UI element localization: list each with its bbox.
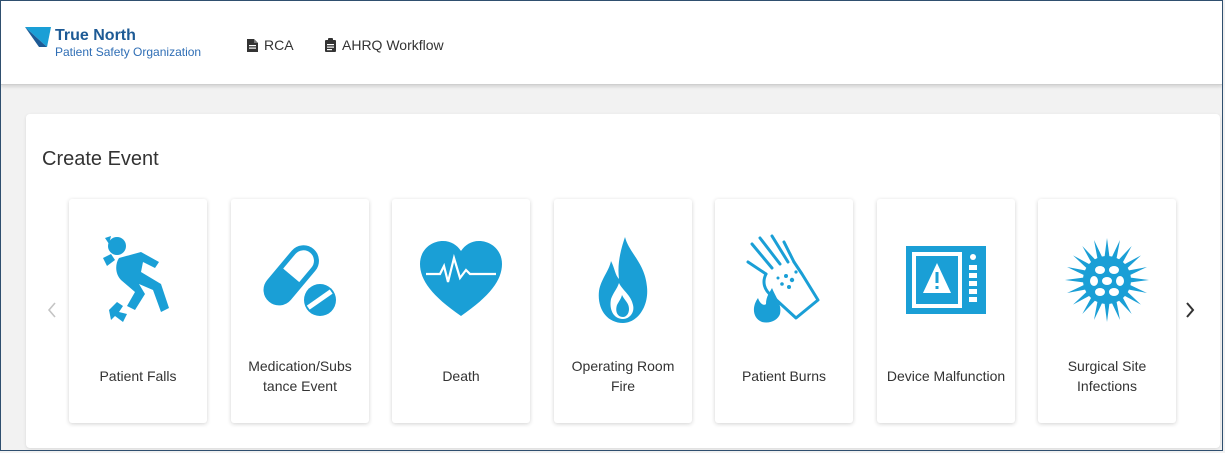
- clipboard-icon: [325, 38, 336, 52]
- event-card-medication-substance-event[interactable]: Medication/Subs tance Event: [231, 199, 369, 423]
- carousel-next-button[interactable]: [1182, 298, 1198, 322]
- event-card-patient-falls[interactable]: Patient Falls: [69, 199, 207, 423]
- event-card-label: Medication/Subs tance Event: [248, 358, 352, 394]
- chevron-left-icon: [47, 302, 56, 318]
- top-navbar: True North Patient Safety Organization R…: [1, 1, 1222, 85]
- event-card-operating-room-fire[interactable]: Operating Room Fire: [554, 199, 692, 423]
- event-card-label: Operating Room Fire: [571, 358, 675, 394]
- event-card-label: Death: [442, 368, 480, 384]
- event-card-patient-burns[interactable]: Patient Burns: [715, 199, 853, 423]
- event-card-label: Patient Falls: [99, 368, 177, 384]
- panel-title: Create Event: [42, 148, 159, 170]
- pill-icon: [255, 235, 345, 325]
- create-event-panel: Create Event Patient Falls Medication/Su…: [26, 114, 1220, 448]
- brand-name: True North: [55, 27, 136, 44]
- heart-heartbeat-icon: [416, 235, 506, 325]
- nav-ahrq-workflow-link[interactable]: AHRQ Workflow: [325, 37, 444, 53]
- event-card-device-malfunction[interactable]: Device Malfunction: [877, 199, 1015, 423]
- logo-mark-icon: [25, 27, 51, 47]
- monitor-warning-icon: [901, 235, 991, 325]
- document-icon: [247, 38, 258, 52]
- brand-subtitle: Patient Safety Organization: [55, 45, 202, 59]
- carousel-prev-button[interactable]: [44, 298, 60, 322]
- chevron-right-icon: [1186, 302, 1195, 318]
- nav-rca-label: RCA: [264, 37, 294, 53]
- event-card-death[interactable]: Death: [392, 199, 530, 423]
- nav-rca-link[interactable]: RCA: [247, 37, 294, 53]
- event-card-label: Patient Burns: [741, 368, 827, 384]
- person-falling-icon: [93, 235, 183, 325]
- event-card-surgical-site-infections[interactable]: Surgical Site Infections: [1038, 199, 1176, 423]
- event-card-label: Device Malfunction: [886, 368, 1006, 384]
- burned-hand-icon: [739, 234, 829, 325]
- event-card-label: Surgical Site Infections: [1067, 358, 1147, 394]
- flame-icon: [578, 235, 668, 325]
- nav-ahrq-workflow-label: AHRQ Workflow: [342, 37, 444, 53]
- virus-icon: [1062, 235, 1152, 325]
